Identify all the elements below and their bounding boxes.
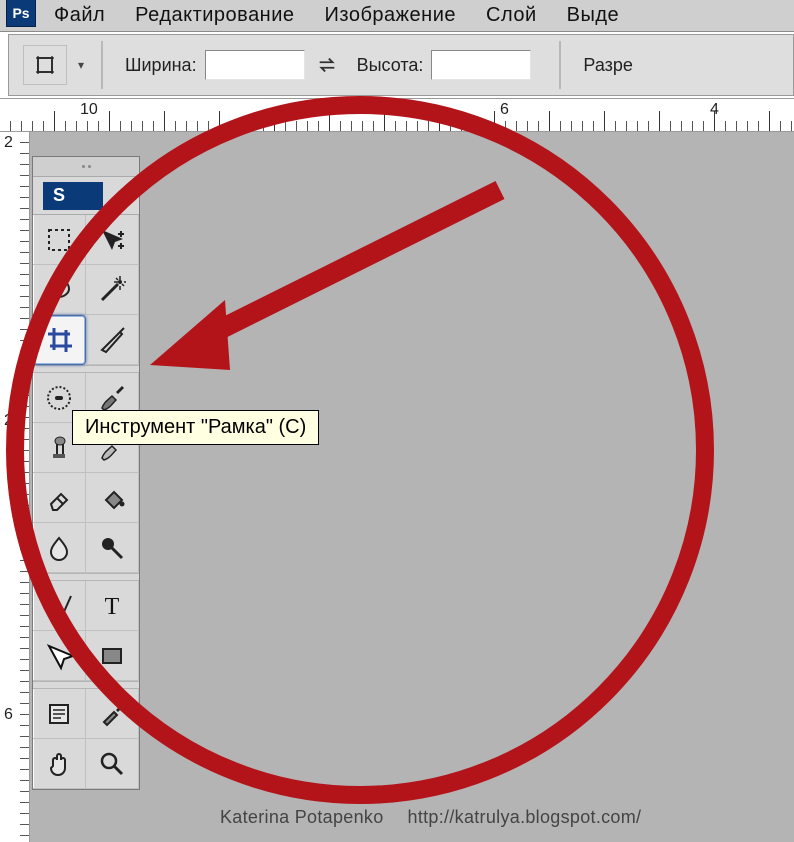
rectangle-shape-tool[interactable] — [86, 631, 139, 681]
paint-bucket-tool[interactable] — [86, 473, 139, 523]
width-label: Ширина: — [125, 55, 197, 76]
tools-panel: S T — [32, 156, 140, 790]
rectangular-marquee-tool[interactable] — [33, 215, 86, 265]
svg-text:T: T — [105, 594, 120, 620]
slice-tool[interactable] — [86, 315, 139, 365]
ruler-h-label: 8 — [290, 101, 299, 119]
tool-separator — [33, 365, 139, 373]
swap-dimensions-icon[interactable] — [313, 51, 341, 79]
separator — [101, 41, 103, 89]
menu-edit[interactable]: Редактирование — [135, 4, 294, 27]
attribution-text: Katerina Potapenkohttp://katrulya.blogsp… — [220, 807, 641, 828]
tool-separator — [33, 681, 139, 689]
dodge-tool[interactable] — [86, 523, 139, 573]
tool-tooltip: Инструмент "Рамка" (C) — [72, 410, 319, 445]
lasso-tool[interactable] — [33, 265, 86, 315]
ruler-v-label: 6 — [4, 706, 13, 724]
app-badge-icon: Ps — [6, 0, 36, 27]
panel-grip-icon[interactable] — [33, 157, 139, 177]
height-label: Высота: — [357, 55, 424, 76]
ruler-h-label: 10 — [80, 101, 98, 119]
magic-wand-tool[interactable] — [86, 265, 139, 315]
ruler-h-label: 4 — [710, 101, 719, 119]
menu-image[interactable]: Изображение — [325, 4, 457, 27]
height-input[interactable] — [431, 50, 531, 80]
crop-tool[interactable] — [33, 315, 86, 365]
tool-preset-dropdown-icon[interactable]: ▾ — [75, 58, 87, 72]
notes-tool[interactable] — [33, 689, 86, 739]
canvas-area[interactable] — [30, 132, 794, 842]
separator — [559, 41, 561, 89]
pen-tool[interactable] — [33, 581, 86, 631]
vertical-ruler[interactable]: 2 2 6 — [0, 132, 30, 842]
options-bar: ▾ Ширина: Высота: Разре — [8, 34, 794, 96]
eraser-tool[interactable] — [33, 473, 86, 523]
eyedropper-tool[interactable] — [86, 689, 139, 739]
resolution-label: Разре — [583, 55, 633, 76]
zoom-tool[interactable] — [86, 739, 139, 789]
type-tool[interactable]: T — [86, 581, 139, 631]
horizontal-ruler[interactable]: 10 8 6 4 — [0, 98, 794, 132]
ruler-v-label: 2 — [4, 134, 13, 152]
attribution-link[interactable]: http://katrulya.blogspot.com/ — [408, 807, 642, 827]
ruler-v-label: 2 — [4, 412, 13, 430]
ruler-h-label: 6 — [500, 101, 509, 119]
menu-bar: Ps Файл Редактирование Изображение Слой … — [0, 0, 794, 32]
menu-file[interactable]: Файл — [54, 4, 105, 27]
blur-tool[interactable] — [33, 523, 86, 573]
hand-tool[interactable] — [33, 739, 86, 789]
active-tool-icon[interactable] — [23, 45, 67, 85]
width-input[interactable] — [205, 50, 305, 80]
tool-separator — [33, 573, 139, 581]
move-tool[interactable] — [86, 215, 139, 265]
panel-tab[interactable]: S — [33, 177, 139, 215]
menu-select[interactable]: Выде — [567, 4, 620, 27]
menu-layer[interactable]: Слой — [486, 4, 537, 27]
path-selection-tool[interactable] — [33, 631, 86, 681]
